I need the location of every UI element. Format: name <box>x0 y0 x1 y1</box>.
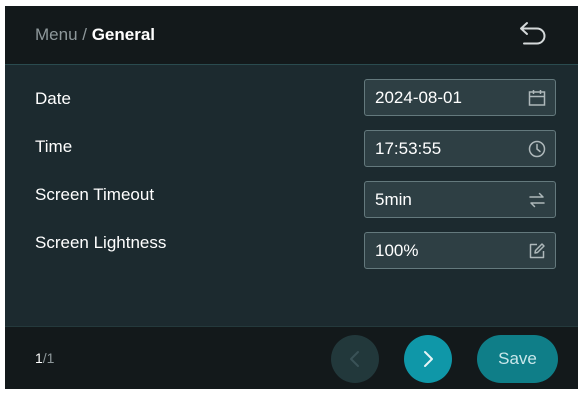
date-value: 2024-08-01 <box>375 88 462 107</box>
screen-timeout-label: Screen Timeout <box>35 185 155 204</box>
general-settings-screen: Menu / General Date 2024-08-01 Time 17:5… <box>5 6 578 389</box>
header-bar: Menu / General <box>5 6 578 65</box>
next-page-button[interactable] <box>404 335 452 383</box>
screen-lightness-label: Screen Lightness <box>35 233 167 252</box>
time-label: Time <box>35 137 73 156</box>
save-button[interactable]: Save <box>477 335 558 383</box>
page-total: /1 <box>42 350 55 366</box>
time-field[interactable]: 17:53:55 <box>364 130 556 167</box>
previous-page-button[interactable] <box>331 335 379 383</box>
edit-icon[interactable] <box>527 241 547 261</box>
screen-lightness-field[interactable]: 100% <box>364 232 556 269</box>
time-value: 17:53:55 <box>375 139 442 158</box>
breadcrumb: Menu / General <box>35 24 155 46</box>
undo-arrow-icon <box>520 22 546 45</box>
clock-icon[interactable] <box>527 139 547 159</box>
calendar-icon[interactable] <box>527 88 547 108</box>
screen-timeout-field[interactable]: 5min <box>364 181 556 218</box>
back-button[interactable] <box>515 20 551 50</box>
screen-timeout-value: 5min <box>375 190 412 209</box>
breadcrumb-parent[interactable]: Menu <box>35 25 78 44</box>
page-indicator: 1/1 <box>35 349 54 367</box>
swap-arrows-icon[interactable] <box>527 190 547 210</box>
screen-lightness-value: 100% <box>375 241 419 260</box>
date-label: Date <box>35 89 71 108</box>
chevron-left-icon <box>350 351 359 367</box>
chevron-right-icon <box>424 351 433 367</box>
breadcrumb-current: General <box>91 25 156 44</box>
page-current: 1 <box>35 350 43 366</box>
breadcrumb-separator: / <box>77 25 92 44</box>
footer-bar: 1/1 Save <box>5 326 578 389</box>
date-field[interactable]: 2024-08-01 <box>364 79 556 116</box>
